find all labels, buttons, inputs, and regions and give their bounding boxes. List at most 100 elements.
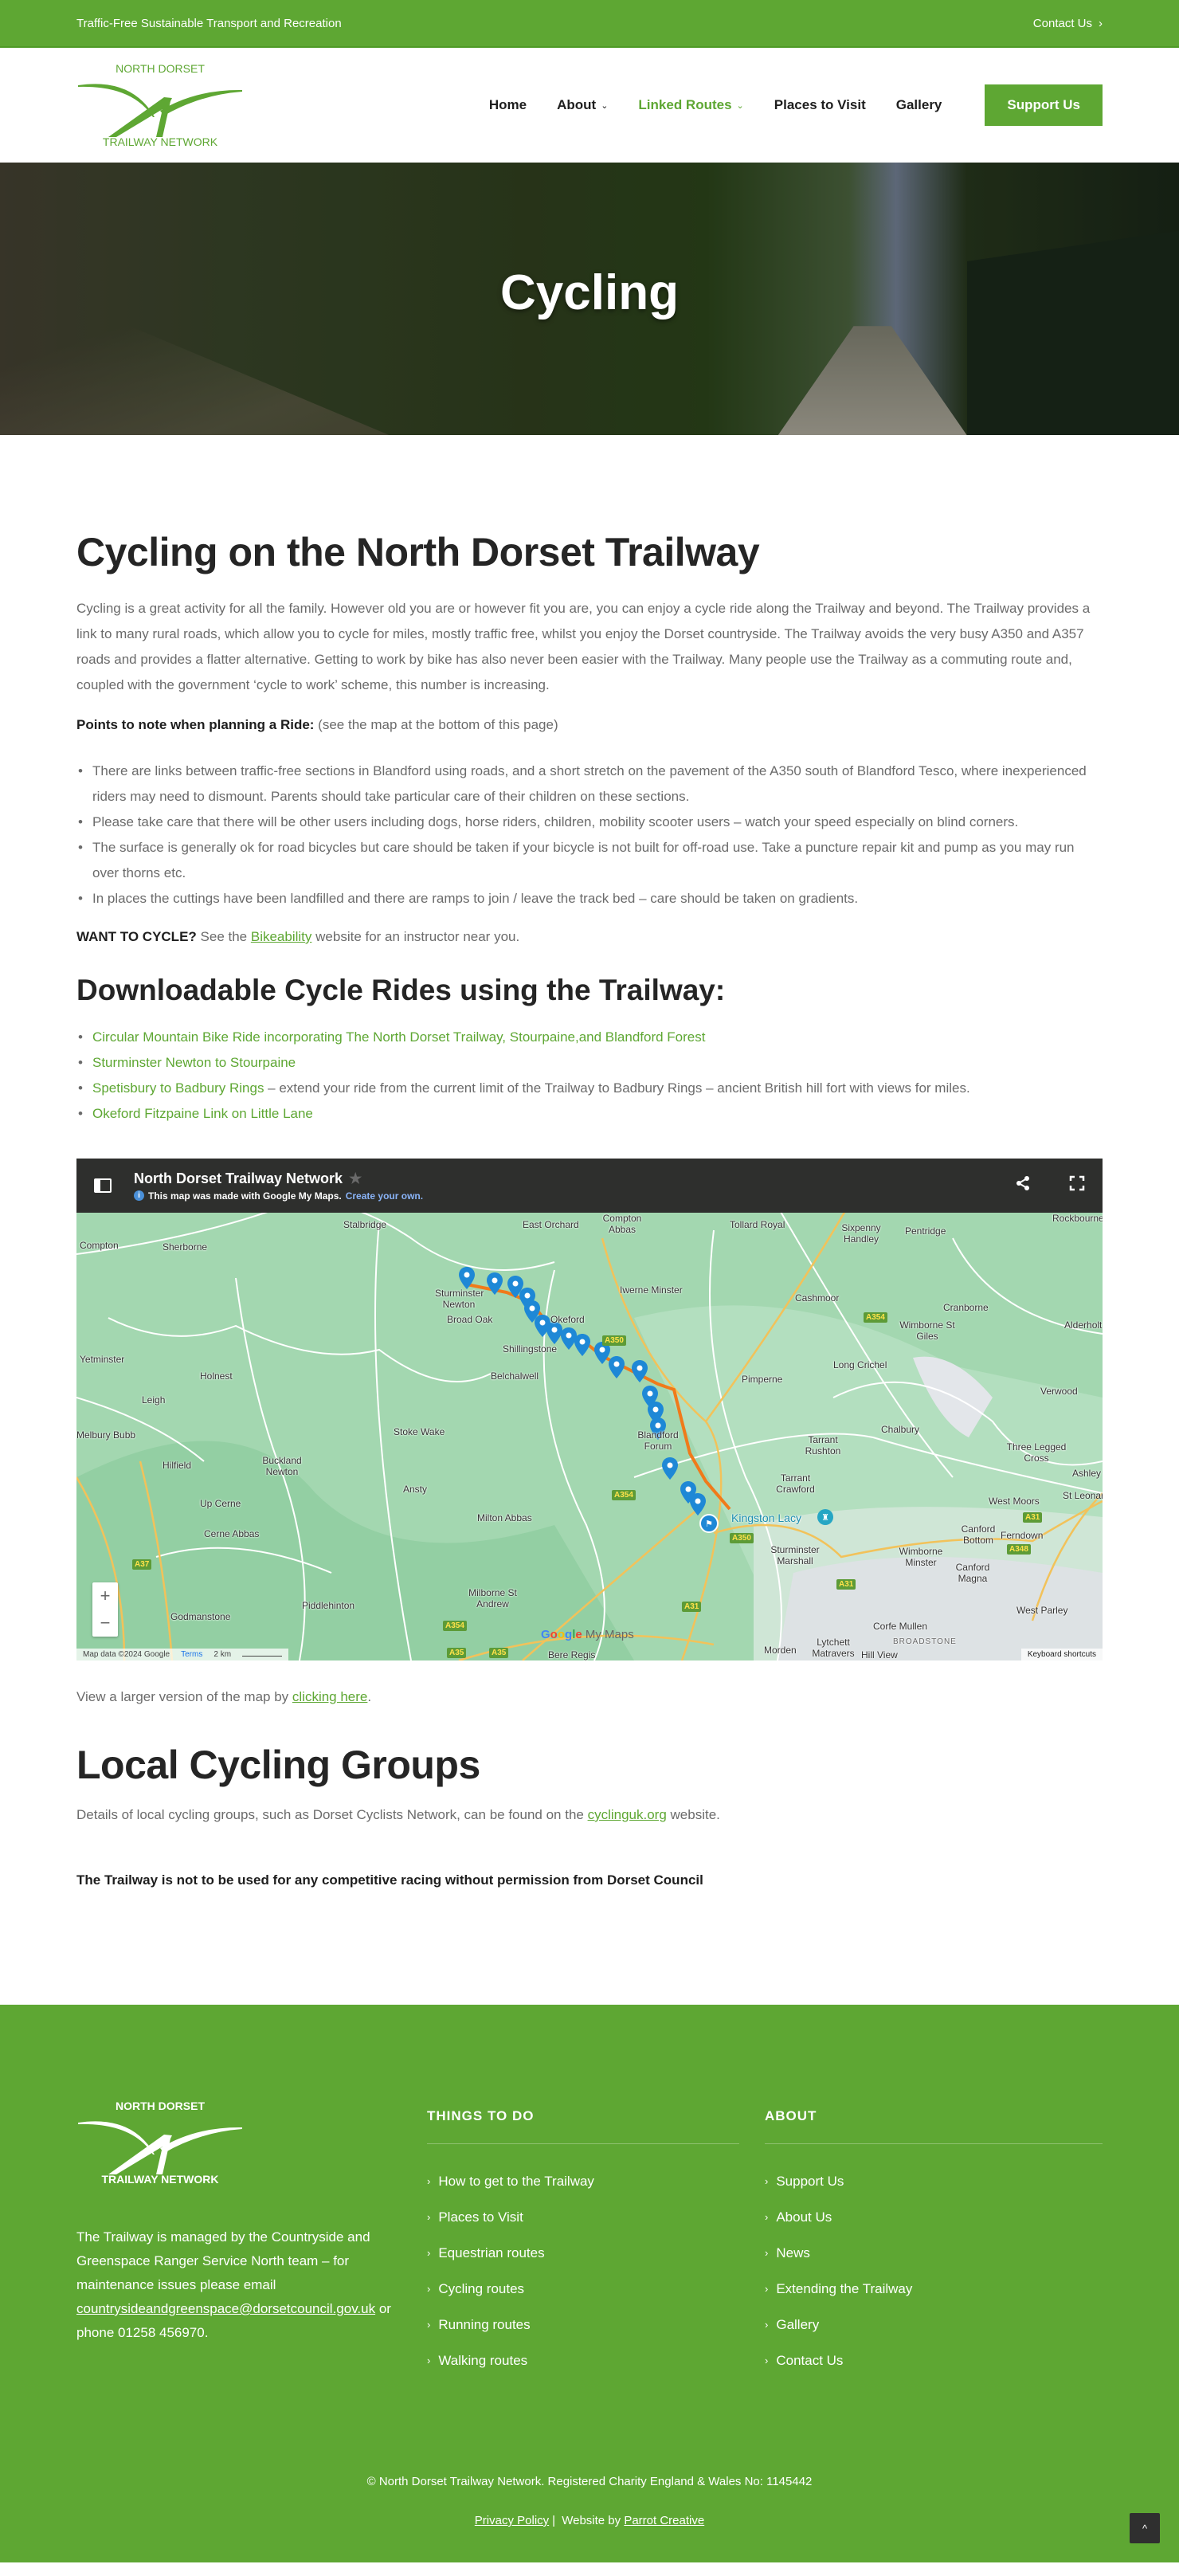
share-icon[interactable]: [1015, 1175, 1031, 1196]
hero-banner: Cycling: [0, 163, 1179, 435]
map-marker-icon[interactable]: [546, 1322, 562, 1344]
list-item: Circular Mountain Bike Ride incorporatin…: [76, 1025, 1103, 1050]
footer-link[interactable]: › Walking routes: [427, 2343, 765, 2378]
finish-flag-icon[interactable]: ⚑: [699, 1514, 719, 1533]
footer-link[interactable]: › Equestrian routes: [427, 2235, 765, 2271]
parrot-creative-link[interactable]: Parrot Creative: [624, 2514, 704, 2527]
larger-map-link[interactable]: clicking here: [292, 1689, 368, 1704]
map-subtitle-text: This map was made with Google My Maps.: [148, 1190, 342, 1202]
chevron-right-icon: ›: [765, 2319, 769, 2331]
castle-icon: ♜: [817, 1509, 833, 1525]
footer-link-label: Extending the Trailway: [776, 2281, 913, 2296]
footer-link-label: Gallery: [776, 2317, 820, 2332]
map-place-label: Iwerne Minster: [620, 1284, 683, 1296]
privacy-policy-link[interactable]: Privacy Policy: [475, 2514, 549, 2527]
support-us-button[interactable]: Support Us: [985, 84, 1103, 126]
map-place-label: West Moors: [989, 1496, 1040, 1507]
road-badge: A350: [602, 1335, 626, 1346]
chevron-down-icon: ⌄: [736, 100, 744, 111]
footer-link[interactable]: › Places to Visit: [427, 2199, 765, 2235]
download-link[interactable]: Okeford Fitzpaine Link on Little Lane: [92, 1106, 313, 1121]
map-place-label: Yetminster: [80, 1354, 125, 1365]
download-link[interactable]: Spetisbury to Badbury Rings: [92, 1080, 264, 1096]
nav-places-to-visit[interactable]: Places to Visit: [774, 97, 866, 113]
map-place-label: Up Cerne: [200, 1498, 241, 1509]
map-marker-icon[interactable]: [662, 1457, 678, 1480]
cyclinguk-link[interactable]: cyclinguk.org: [588, 1807, 667, 1822]
embedded-map[interactable]: North Dorset Trailway Network ★ i This map…: [76, 1159, 1103, 1660]
list-item: Please take care that there will be othe…: [76, 810, 1103, 835]
svg-text:NORTH DORSET: NORTH DORSET: [116, 62, 205, 75]
chevron-right-icon: ›: [427, 2283, 431, 2295]
site-logo[interactable]: NORTH DORSET TRAILWAY NETWORK: [76, 61, 244, 149]
chevron-right-icon: ›: [427, 2354, 431, 2366]
map-place-label: Stalbridge: [343, 1219, 387, 1230]
footer-link[interactable]: › Running routes: [427, 2307, 765, 2343]
zoom-out-button[interactable]: −: [100, 1613, 111, 1633]
info-icon: i: [134, 1190, 144, 1201]
chevron-right-icon: ›: [427, 2175, 431, 2187]
map-terms-link[interactable]: Terms: [181, 1650, 202, 1659]
map-place-label: Compton Abbas: [602, 1213, 642, 1235]
map-marker-icon[interactable]: [487, 1272, 503, 1295]
create-your-own-link[interactable]: Create your own.: [346, 1190, 423, 1202]
nav-gallery-label: Gallery: [895, 97, 942, 112]
footer-email-link[interactable]: countrysideandgreenspace@dorsetcouncil.g…: [76, 2301, 375, 2316]
top-contact-link[interactable]: Contact Us ›: [1033, 17, 1103, 30]
points-intro: Points to note when planning a Ride: (se…: [76, 712, 1103, 738]
footer-link[interactable]: › About Us: [765, 2199, 1103, 2235]
footer-link-label: Running routes: [438, 2317, 531, 2332]
map-marker-icon[interactable]: [632, 1360, 648, 1382]
map-place-label: Buckland Newton: [262, 1455, 302, 1477]
download-link[interactable]: Circular Mountain Bike Ride incorporatin…: [92, 1029, 705, 1045]
footer-bottom: © North Dorset Trailway Network. Registe…: [0, 2475, 1179, 2527]
nav-places-label: Places to Visit: [774, 97, 866, 112]
list-item: Spetisbury to Badbury Rings – extend you…: [76, 1076, 1103, 1101]
footer-link[interactable]: › Gallery: [765, 2307, 1103, 2343]
map-marker-icon[interactable]: [609, 1356, 625, 1378]
map-marker-icon[interactable]: [574, 1334, 590, 1356]
footer-link[interactable]: › Cycling routes: [427, 2271, 765, 2307]
nav-linked-routes[interactable]: Linked Routes ⌄: [638, 97, 743, 113]
footer-link[interactable]: › How to get to the Trailway: [427, 2163, 765, 2199]
map-canvas[interactable]: [76, 1159, 1103, 1660]
map-place-label: Stoke Wake: [394, 1426, 445, 1437]
footer-link-label: Support Us: [776, 2174, 844, 2189]
top-bar: Traffic-Free Sustainable Transport and R…: [0, 0, 1179, 48]
side-panel-icon[interactable]: [94, 1178, 112, 1193]
want-label: WANT TO CYCLE?: [76, 929, 197, 944]
footer-link-label: Equestrian routes: [438, 2245, 545, 2260]
list-item: Okeford Fitzpaine Link on Little Lane: [76, 1101, 1103, 1127]
downloads-list: Circular Mountain Bike Ride incorporatin…: [76, 1025, 1103, 1127]
downloads-heading: Downloadable Cycle Rides using the Trail…: [76, 974, 726, 1006]
nav-about[interactable]: About ⌄: [557, 97, 608, 113]
map-place-label: Canford Magna: [955, 1562, 990, 1584]
bikeability-link[interactable]: Bikeability: [251, 929, 312, 944]
keyboard-shortcuts-link[interactable]: Keyboard shortcuts: [1020, 1649, 1103, 1660]
scale-bar: [242, 1650, 283, 1657]
zoom-in-button[interactable]: +: [100, 1586, 111, 1606]
map-place-label: East Orchard: [523, 1219, 579, 1230]
footer-about-heading: ABOUT: [765, 2108, 1103, 2144]
points-list: There are links between traffic-free sec…: [76, 759, 1103, 912]
map-place-label: Canford Bottom: [961, 1523, 996, 1546]
star-icon[interactable]: ★: [349, 1170, 362, 1186]
nav-home[interactable]: Home: [489, 97, 527, 113]
map-marker-icon[interactable]: [690, 1493, 706, 1515]
footer-link[interactable]: › Contact Us: [765, 2343, 1103, 2378]
footer-link[interactable]: › Extending the Trailway: [765, 2271, 1103, 2307]
download-link[interactable]: Sturminster Newton to Stourpaine: [92, 1055, 296, 1070]
want-pre: See the: [196, 929, 251, 944]
fullscreen-icon[interactable]: [1069, 1175, 1085, 1196]
map-place-label: Long Crichel: [833, 1359, 887, 1370]
map-place-label: Tarrant Crawford: [776, 1472, 815, 1495]
back-to-top-button[interactable]: ^: [1130, 2513, 1160, 2543]
map-marker-icon[interactable]: [459, 1267, 475, 1289]
my-maps-text: My Maps: [582, 1628, 634, 1641]
nav-gallery[interactable]: Gallery: [896, 97, 942, 113]
map-place-label: Milborne St Andrew: [468, 1587, 517, 1610]
want-to-cycle: WANT TO CYCLE? See the Bikeability websi…: [76, 924, 1103, 950]
map-place-label: Sherborne: [163, 1241, 208, 1253]
footer-link[interactable]: › News: [765, 2235, 1103, 2271]
footer-link[interactable]: › Support Us: [765, 2163, 1103, 2199]
